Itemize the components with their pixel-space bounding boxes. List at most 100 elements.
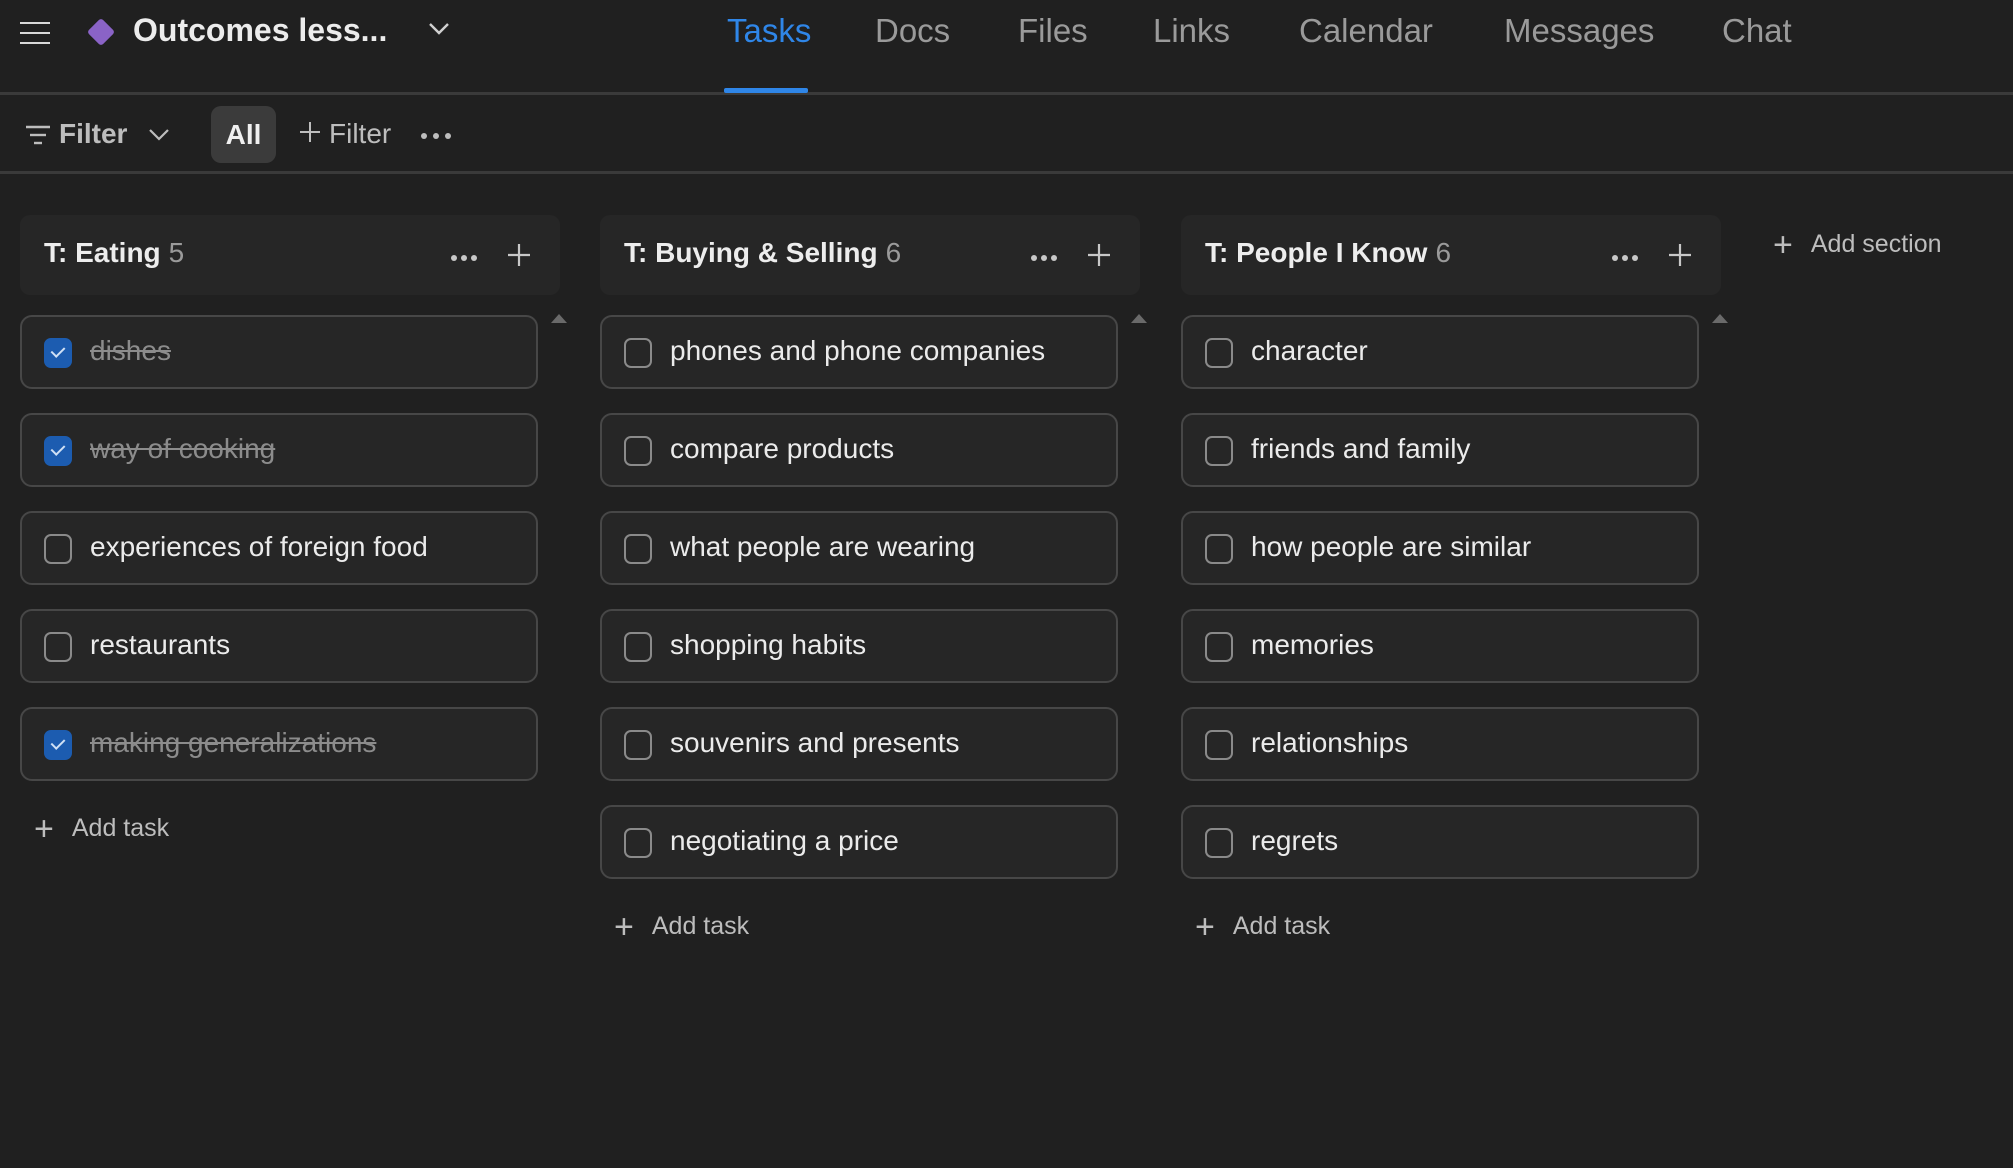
task-card[interactable]: negotiating a price	[600, 805, 1118, 879]
task-checkbox[interactable]	[624, 436, 652, 466]
task-card[interactable]: souvenirs and presents	[600, 707, 1118, 781]
task-label: way of cooking	[90, 433, 276, 464]
tab-chat[interactable]: Chat	[1722, 12, 1792, 50]
tab-docs[interactable]: Docs	[875, 12, 950, 50]
task-checkbox[interactable]	[44, 632, 72, 662]
task-checkbox[interactable]	[1205, 632, 1233, 662]
task-checkbox[interactable]	[1205, 338, 1233, 368]
section-add-icon[interactable]	[507, 243, 531, 272]
add-section-button[interactable]: + Add section	[1773, 226, 1942, 265]
plus-icon: +	[1195, 908, 1215, 946]
task-label: relationships	[1251, 727, 1409, 758]
task-card[interactable]: memories	[1181, 609, 1699, 683]
section-add-icon[interactable]	[1087, 243, 1111, 272]
task-label: memories	[1251, 629, 1374, 660]
task-card[interactable]: friends and family	[1181, 413, 1699, 487]
task-checkbox[interactable]	[1205, 534, 1233, 564]
task-label: shopping habits	[670, 629, 867, 660]
section-title: T: Eating 5	[44, 237, 184, 269]
add-task-label: Add task	[651, 912, 750, 940]
task-checkbox[interactable]	[1205, 730, 1233, 760]
active-tab-indicator	[724, 88, 808, 93]
task-label: negotiating a price	[670, 825, 899, 856]
chevron-down-icon[interactable]	[424, 14, 454, 44]
task-label: making generalizations	[90, 727, 377, 758]
task-card[interactable]: restaurants	[20, 609, 538, 683]
more-options-icon[interactable]	[420, 128, 452, 146]
add-filter-plus-icon[interactable]	[299, 121, 321, 148]
task-card[interactable]: shopping habits	[600, 609, 1118, 683]
task-card[interactable]: way of cooking	[20, 413, 538, 487]
task-checkbox[interactable]	[624, 730, 652, 760]
task-label: souvenirs and presents	[670, 727, 960, 758]
section-task-count: 6	[885, 237, 902, 268]
add-task-button[interactable]: + Add task	[1195, 908, 1330, 947]
section-task-count: 5	[168, 237, 185, 268]
task-label: character	[1251, 335, 1368, 366]
add-task-label: Add task	[1232, 912, 1331, 940]
section-title-text: T: People I Know	[1205, 237, 1428, 268]
task-card[interactable]: relationships	[1181, 707, 1699, 781]
section-title-text: T: Buying & Selling	[624, 237, 878, 268]
tab-links[interactable]: Links	[1153, 12, 1230, 50]
menu-icon[interactable]	[20, 22, 50, 46]
task-checkbox[interactable]	[44, 338, 72, 368]
scroll-up-arrow[interactable]	[551, 314, 567, 323]
tab-messages[interactable]: Messages	[1504, 12, 1654, 50]
task-card[interactable]: compare products	[600, 413, 1118, 487]
task-card[interactable]: experiences of foreign food	[20, 511, 538, 585]
filter-button[interactable]: Filter	[59, 118, 127, 150]
section-header[interactable]: T: Buying & Selling 6	[600, 215, 1140, 295]
task-checkbox[interactable]	[624, 338, 652, 368]
task-checkbox[interactable]	[624, 534, 652, 564]
filter-chevron-down-icon[interactable]	[146, 124, 172, 149]
task-card[interactable]: phones and phone companies	[600, 315, 1118, 389]
task-checkbox[interactable]	[624, 828, 652, 858]
scroll-up-arrow[interactable]	[1712, 314, 1728, 323]
task-card[interactable]: what people are wearing	[600, 511, 1118, 585]
task-label: how people are similar	[1251, 531, 1532, 562]
task-label: compare products	[670, 433, 895, 464]
task-card[interactable]: character	[1181, 315, 1699, 389]
section-header[interactable]: T: People I Know 6	[1181, 215, 1721, 295]
section-add-icon[interactable]	[1668, 243, 1692, 272]
all-filter-pill[interactable]: All	[211, 106, 276, 163]
scroll-up-arrow[interactable]	[1131, 314, 1147, 323]
section-more-icon[interactable]	[1611, 239, 1639, 270]
task-card[interactable]: regrets	[1181, 805, 1699, 879]
section-task-count: 6	[1435, 237, 1452, 268]
add-task-label: Add task	[71, 814, 170, 842]
task-label: experiences of foreign food	[90, 531, 428, 562]
section-header[interactable]: T: Eating 5	[20, 215, 560, 295]
task-checkbox[interactable]	[624, 632, 652, 662]
add-section-label: Add section	[1810, 230, 1942, 258]
task-checkbox[interactable]	[44, 730, 72, 760]
tab-files[interactable]: Files	[1018, 12, 1088, 50]
section-more-icon[interactable]	[450, 239, 478, 270]
task-card[interactable]: dishes	[20, 315, 538, 389]
tab-calendar[interactable]: Calendar	[1299, 12, 1433, 50]
project-title[interactable]: Outcomes less...	[133, 12, 387, 49]
plus-icon: +	[34, 810, 54, 848]
filter-lines-icon[interactable]	[25, 124, 51, 151]
task-checkbox[interactable]	[44, 436, 72, 466]
add-task-button[interactable]: + Add task	[34, 810, 169, 849]
task-label: restaurants	[90, 629, 231, 660]
task-label: friends and family	[1251, 433, 1471, 464]
tab-tasks[interactable]: Tasks	[727, 12, 811, 50]
task-label: what people are wearing	[670, 531, 976, 562]
task-checkbox[interactable]	[1205, 436, 1233, 466]
task-label: regrets	[1251, 825, 1339, 856]
section-more-icon[interactable]	[1030, 239, 1058, 270]
section-title: T: People I Know 6	[1205, 237, 1451, 269]
task-label: dishes	[90, 335, 171, 366]
add-filter-button[interactable]: Filter	[329, 118, 391, 150]
task-checkbox[interactable]	[44, 534, 72, 564]
plus-icon: +	[1773, 226, 1793, 264]
section-title-text: T: Eating	[44, 237, 161, 268]
section-title: T: Buying & Selling 6	[624, 237, 901, 269]
add-task-button[interactable]: + Add task	[614, 908, 749, 947]
task-card[interactable]: making generalizations	[20, 707, 538, 781]
task-checkbox[interactable]	[1205, 828, 1233, 858]
task-card[interactable]: how people are similar	[1181, 511, 1699, 585]
